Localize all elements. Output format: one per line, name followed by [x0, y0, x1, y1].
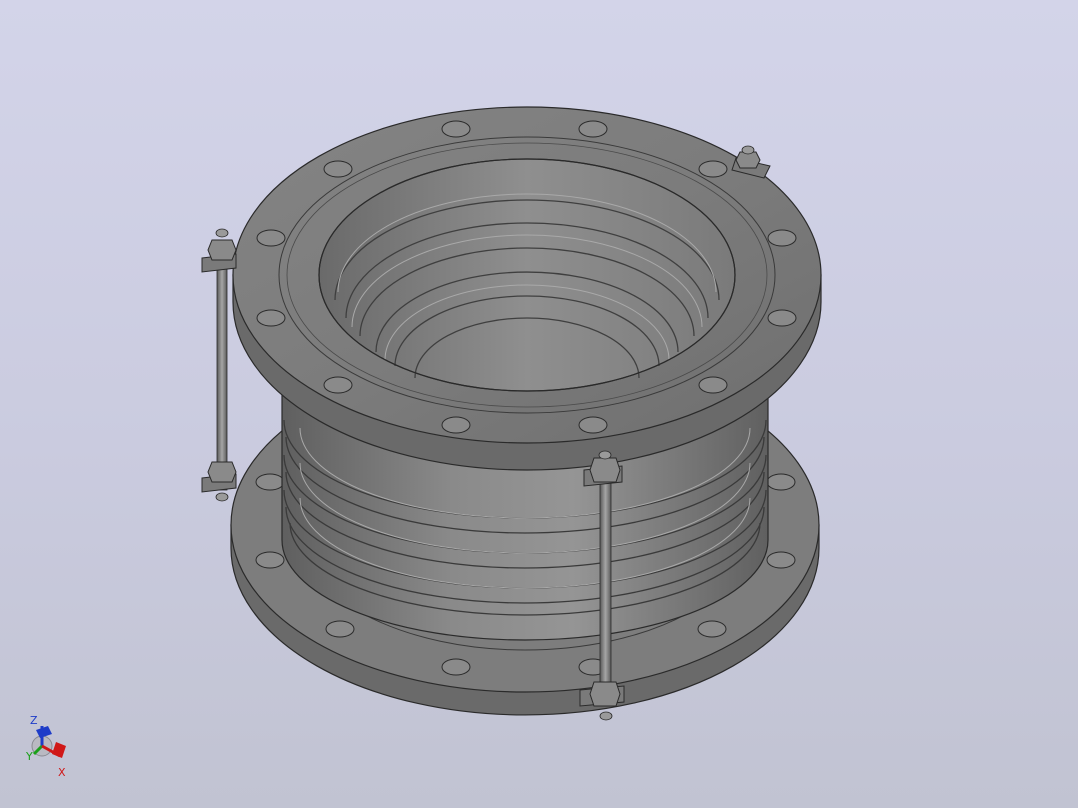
expansion-joint-model[interactable]: [0, 0, 1078, 808]
y-axis-label: Y: [25, 750, 33, 763]
tie-rod-left: [201, 228, 237, 502]
orientation-triad[interactable]: Z Y X: [22, 710, 82, 790]
z-axis-label: Z: [30, 714, 38, 727]
x-axis-label: X: [58, 766, 66, 779]
x-axis-arrow-icon: [52, 742, 66, 758]
inner-bore: [318, 158, 736, 392]
3d-viewport[interactable]: Z Y X: [0, 0, 1078, 808]
